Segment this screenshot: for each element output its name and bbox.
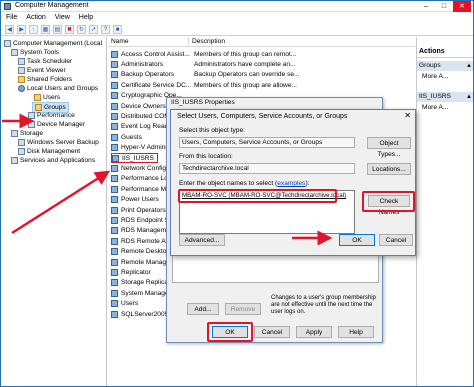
annotation-arrows bbox=[2, 113, 333, 246]
arrow-to-iis-iusrs bbox=[11, 170, 111, 235]
